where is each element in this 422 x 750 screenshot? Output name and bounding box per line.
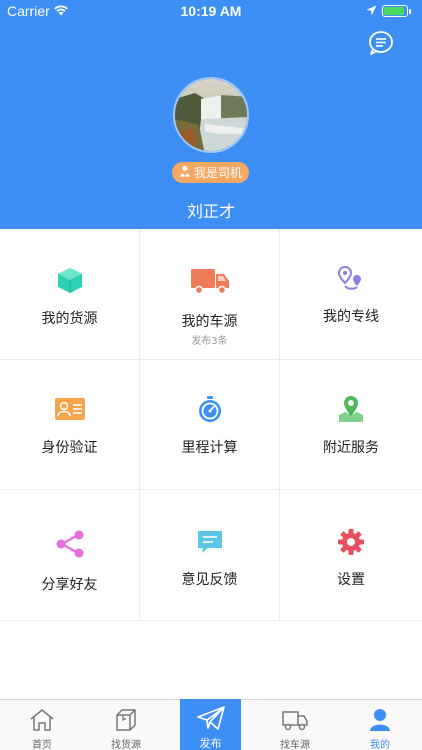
grid-item-label: 意见反馈 [181, 572, 238, 588]
tab-find-vehicles[interactable]: 找车源 [253, 700, 337, 750]
avatar[interactable] [173, 77, 249, 153]
grid-item-identity-verification[interactable]: 身份验证 [0, 360, 140, 490]
grid-item-label: 我的车源 [181, 314, 238, 330]
tab-bar: 首页 找货源 发布 找车源 我的 [0, 699, 422, 750]
tab-mine[interactable]: 我的 [338, 700, 422, 750]
grid-item-my-cargo[interactable]: 我的货源 [0, 229, 140, 360]
stopwatch-icon [194, 393, 226, 425]
published-count: 发布3条 [191, 336, 228, 347]
grid-item-label: 我的货源 [41, 311, 98, 327]
send-icon [196, 705, 226, 731]
status-bar: Carrier 10:19 AM [0, 0, 422, 24]
grid-item-label: 分享好友 [41, 577, 98, 593]
profile-header: Carrier 10:19 AM 我是司机 刘正才 [0, 0, 422, 229]
delivery-truck-icon [281, 708, 309, 732]
map-pin-icon [335, 393, 367, 425]
grid-item-settings[interactable]: 设置 [280, 490, 422, 621]
box-icon [113, 708, 139, 732]
role-badge-label: 我是司机 [193, 166, 242, 180]
tab-label: 找车源 [280, 740, 310, 750]
location-arrow-icon [366, 4, 377, 20]
tab-label: 我的 [370, 740, 390, 750]
tab-publish[interactable]: 发布 [180, 699, 241, 750]
grid-item-share[interactable]: 分享好友 [0, 490, 140, 621]
grid-item-label: 里程计算 [181, 440, 238, 456]
battery-icon [382, 5, 408, 17]
grid-item-my-routes[interactable]: 我的专线 [280, 229, 422, 360]
share-icon [54, 528, 86, 560]
user-icon [367, 708, 393, 732]
feature-grid: 我的货源 我的车源 发布3条 我的专线 身份验证 里程计算 附近服务 分享好友 … [0, 229, 422, 621]
truck-icon [189, 265, 231, 297]
grid-item-feedback[interactable]: 意见反馈 [140, 490, 280, 621]
tab-find-cargo[interactable]: 找货源 [84, 700, 168, 750]
user-name: 刘正才 [186, 202, 235, 221]
tab-home[interactable]: 首页 [0, 700, 84, 750]
id-card-icon [54, 393, 86, 425]
grid-item-label: 附近服务 [323, 440, 379, 456]
chat-icon [194, 526, 226, 558]
tab-label: 找货源 [111, 740, 141, 750]
grid-item-nearby-services[interactable]: 附近服务 [280, 360, 422, 490]
cube-icon [54, 264, 86, 296]
home-icon [29, 708, 55, 732]
grid-item-label: 设置 [337, 572, 365, 588]
role-badge[interactable]: 我是司机 [172, 162, 249, 183]
gear-icon [335, 526, 367, 558]
clock: 10:19 AM [180, 3, 242, 19]
grid-item-label: 我的专线 [323, 309, 379, 325]
message-icon[interactable] [367, 30, 395, 56]
grid-item-mileage-calculator[interactable]: 里程计算 [140, 360, 280, 490]
tab-label: 首页 [32, 740, 52, 750]
grid-item-my-vehicles[interactable]: 我的车源 发布3条 [140, 229, 280, 360]
driver-icon [179, 165, 191, 180]
tab-label: 发布 [199, 737, 222, 750]
grid-item-label: 身份验证 [41, 440, 98, 456]
route-icon [335, 262, 367, 294]
